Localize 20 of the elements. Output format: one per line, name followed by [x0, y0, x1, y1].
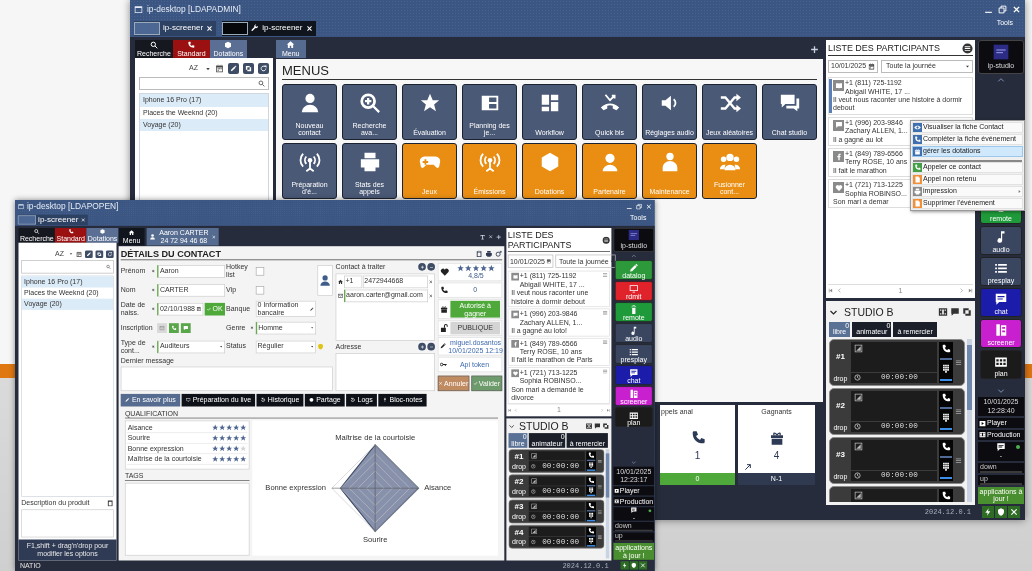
panel-title: STUDIO B — [519, 420, 569, 433]
window-title: ip-desktop [LDAPOPEN] — [26, 201, 119, 212]
window-tab[interactable]: ip-screener — [222, 20, 316, 36]
panel-title: LISTE DES PARTICIPANTS — [828, 43, 940, 54]
stat-value: 1 — [694, 450, 701, 463]
line-number: #3 — [514, 502, 524, 513]
panel-title: LISTE DES PARTICIPANTS — [507, 230, 573, 251]
line-number: #4 — [514, 527, 524, 538]
line-number: #1 — [514, 452, 524, 462]
section-title: MENUS — [282, 63, 817, 80]
line-number: #2 — [835, 401, 845, 411]
line-number: #2 — [514, 477, 524, 487]
window-title: ip-desktop [LDAPADMIN] — [147, 4, 241, 15]
section-title: DÉTAILS DU CONTACT — [120, 248, 221, 260]
line-number: #3 — [835, 450, 845, 460]
window-tab[interactable]: ip-screener — [134, 20, 217, 36]
window-tab[interactable]: ip-screener — [17, 214, 88, 225]
line-number: #1 — [835, 352, 845, 362]
stat-value: 4 — [773, 450, 780, 463]
panel-title: STUDIO B — [844, 305, 894, 319]
